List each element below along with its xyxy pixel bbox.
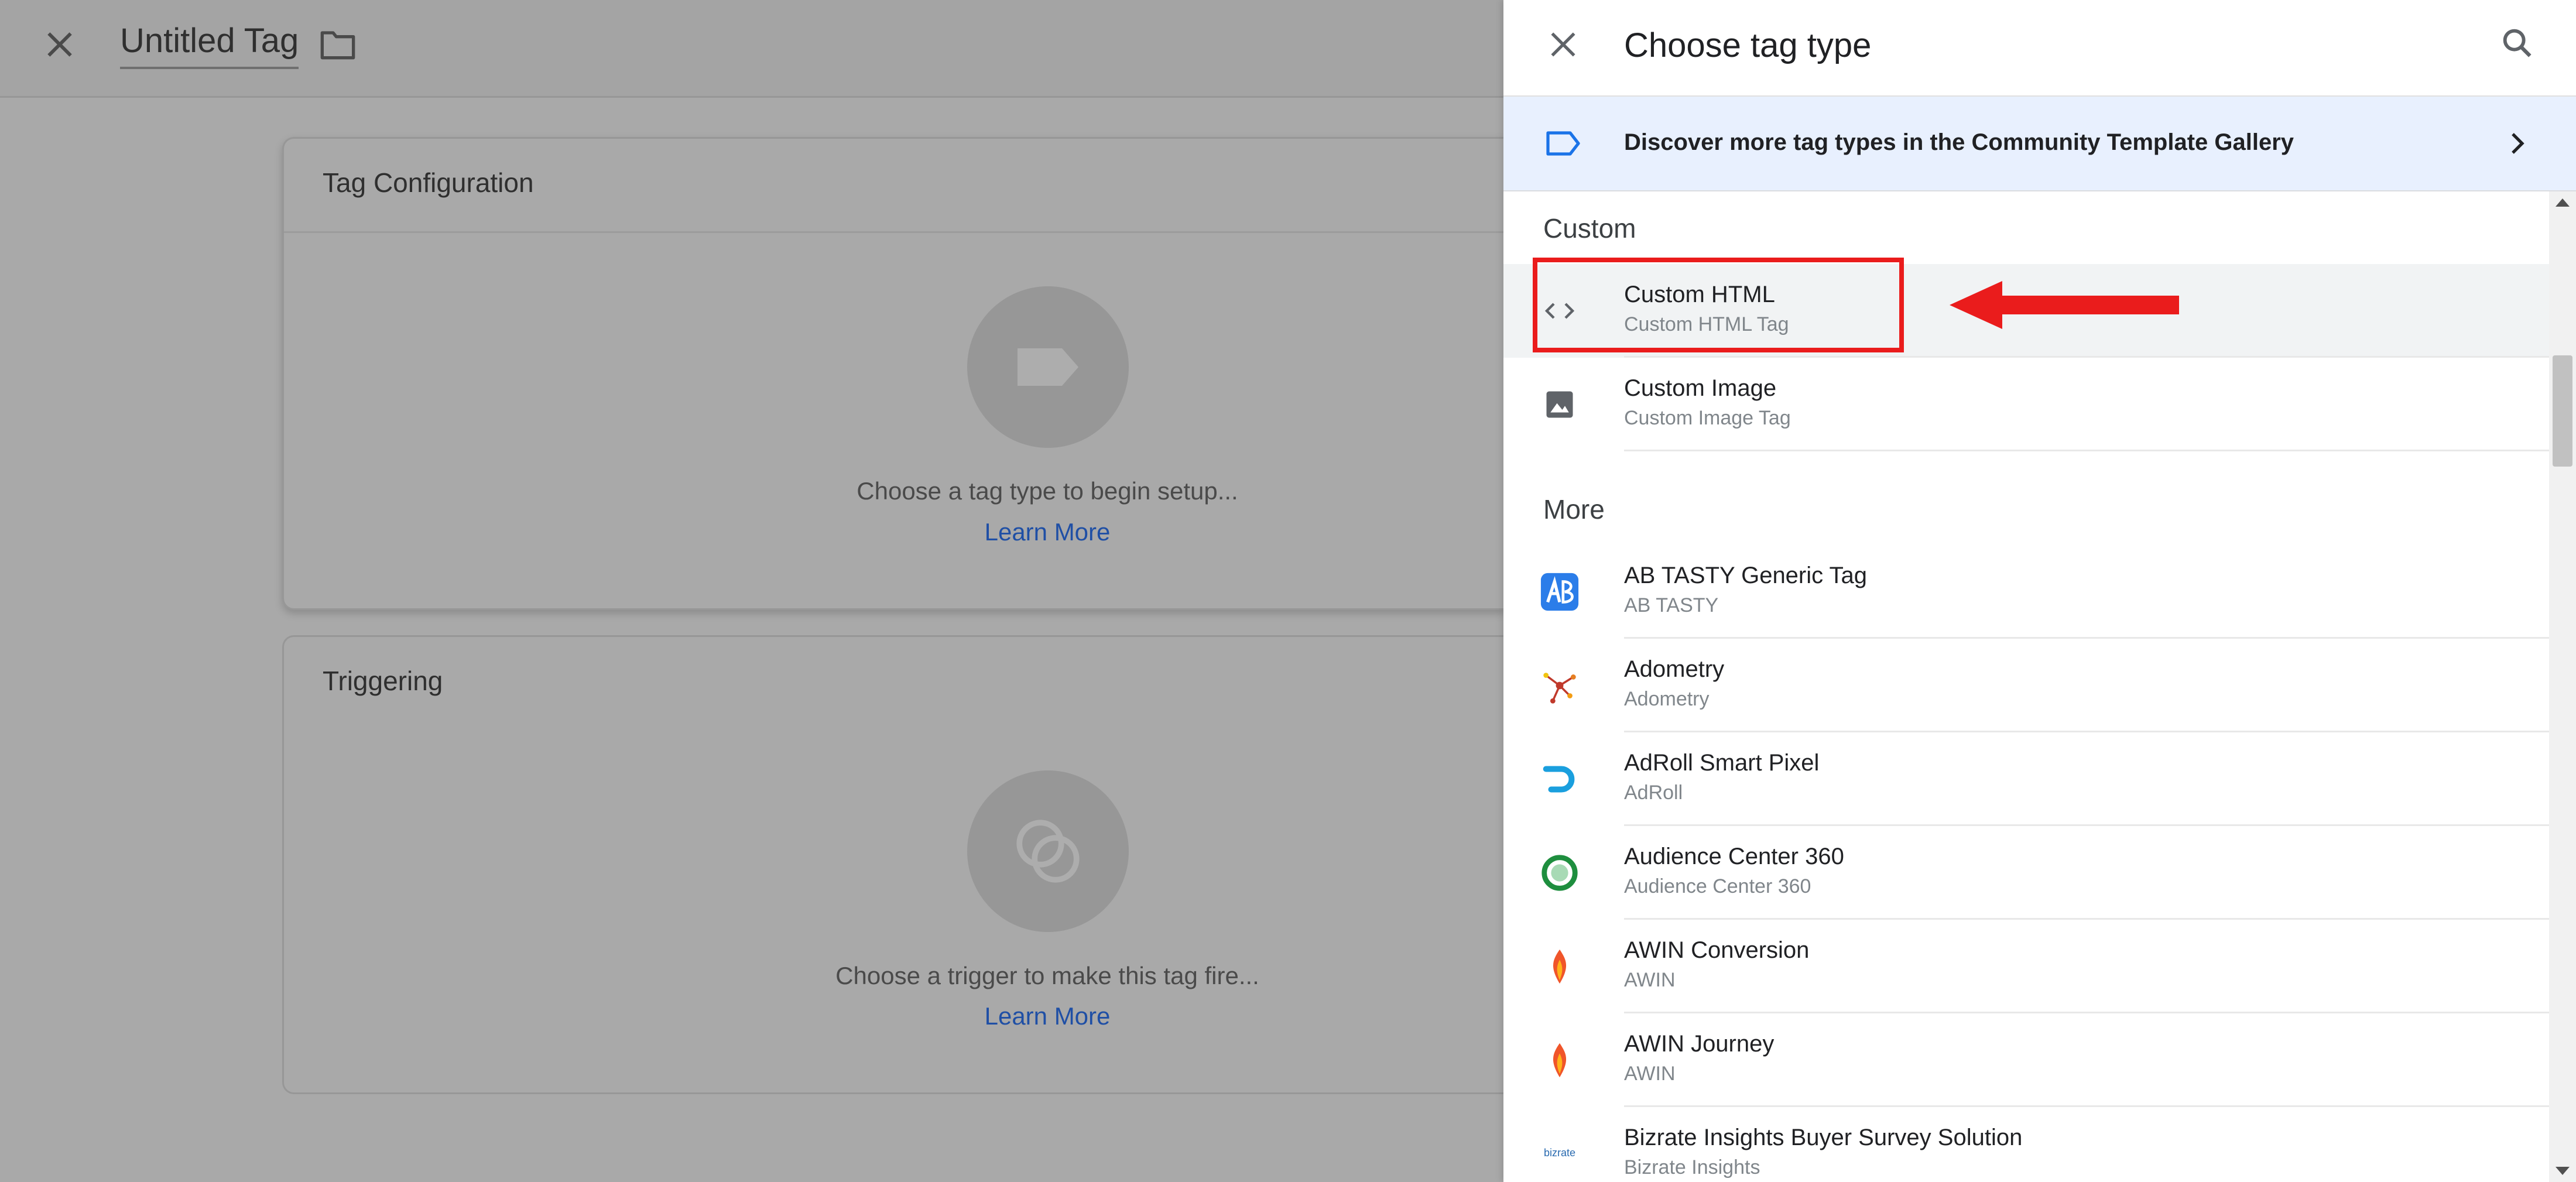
annotation-arrow-icon (1950, 281, 2179, 329)
tag-outline-icon (1546, 131, 1580, 156)
tag-type-subtitle: Bizrate Insights (1624, 1156, 1760, 1178)
tag-type-name: Audience Center 360 (1624, 844, 1844, 869)
tag-name-input[interactable]: Untitled Tag (120, 22, 299, 69)
drawer-title: Choose tag type (1624, 26, 1872, 64)
scroll-up-arrow-icon[interactable] (2556, 198, 2570, 207)
tag-type-name: AWIN Journey (1624, 1031, 1775, 1057)
annotation-highlight-box (1533, 258, 1904, 352)
tag-type-subtitle: AB TASTY (1624, 594, 1719, 616)
scrollbar-thumb[interactable] (2553, 355, 2572, 467)
bizrate-logo-icon: bizrate (1537, 1132, 1582, 1176)
tag-type-adroll[interactable]: AdRoll Smart Pixel AdRoll (1503, 732, 2549, 826)
tag-type-subtitle: Audience Center 360 (1624, 875, 1811, 897)
tag-type-ab-tasty[interactable]: AB TASTY Generic Tag AB TASTY (1503, 545, 2549, 639)
trigger-placeholder[interactable] (967, 770, 1129, 932)
list-scrollbar[interactable] (2549, 191, 2576, 1182)
adometry-logo-icon (1537, 663, 1582, 708)
tag-editor: Untitled Tag Tag Configuration Choose a … (0, 0, 1505, 1182)
search-icon[interactable] (2499, 25, 2536, 62)
trigger-icon (1016, 820, 1080, 883)
choose-tag-type-drawer: Choose tag type Discover more tag types … (1503, 0, 2576, 1182)
tag-type-awin-conversion[interactable]: AWIN Conversion AWIN (1503, 920, 2549, 1013)
card-divider (284, 231, 1505, 233)
card-title: Triggering (323, 666, 443, 696)
tag-icon (1018, 348, 1078, 386)
tag-type-name: AB TASTY Generic Tag (1624, 563, 1868, 588)
audience-center-logo-icon (1537, 851, 1582, 895)
triggering-card[interactable]: Triggering Choose a trigger to make this… (282, 635, 1505, 1094)
close-icon[interactable] (1544, 26, 1582, 63)
section-title-more: More (1543, 494, 1605, 525)
banner-text: Discover more tag types in the Community… (1624, 129, 2294, 155)
tag-type-bizrate-insights[interactable]: bizrate Bizrate Insights Buyer Survey So… (1503, 1107, 2549, 1182)
folder-icon[interactable] (319, 28, 357, 61)
adroll-logo-icon (1537, 757, 1582, 801)
tag-type-placeholder[interactable] (967, 286, 1129, 448)
image-icon (1537, 382, 1582, 427)
bizrate-logo-text: bizrate (1544, 1147, 1575, 1159)
tag-type-adometry[interactable]: Adometry Adometry (1503, 639, 2549, 732)
tag-type-audience-center-360[interactable]: Audience Center 360 Audience Center 360 (1503, 826, 2549, 920)
row-divider (1624, 450, 2549, 451)
tag-type-name: AdRoll Smart Pixel (1624, 750, 1820, 776)
chevron-right-icon (2512, 133, 2524, 154)
tag-type-subtitle: Adometry (1624, 688, 1710, 710)
section-title-custom: Custom (1543, 213, 1636, 244)
drawer-header: Choose tag type (1503, 0, 2576, 97)
editor-header: Untitled Tag (0, 0, 1503, 98)
tag-type-name: Custom Image (1624, 375, 1777, 401)
awin-logo-icon (1537, 1038, 1582, 1082)
close-icon[interactable] (41, 26, 78, 63)
tag-type-subtitle: AdRoll (1624, 782, 1683, 804)
tag-type-subtitle: AWIN (1624, 1063, 1676, 1085)
community-gallery-banner[interactable]: Discover more tag types in the Community… (1503, 97, 2576, 191)
awin-logo-icon (1537, 944, 1582, 989)
tag-type-awin-journey[interactable]: AWIN Journey AWIN (1503, 1013, 2549, 1107)
tag-type-subtitle: Custom Image Tag (1624, 407, 1791, 429)
tag-type-custom-image[interactable]: Custom Image Custom Image Tag (1503, 358, 2549, 451)
scroll-down-arrow-icon[interactable] (2556, 1167, 2570, 1175)
tag-type-name: AWIN Conversion (1624, 937, 1810, 963)
tag-type-name: Adometry (1624, 656, 1725, 682)
tag-type-name: Bizrate Insights Buyer Survey Solution (1624, 1125, 2023, 1150)
tag-type-subtitle: AWIN (1624, 969, 1676, 991)
card-title: Tag Configuration (323, 167, 534, 198)
tag-configuration-card[interactable]: Tag Configuration Choose a tag type to b… (282, 137, 1505, 610)
abtasty-logo-icon (1537, 570, 1582, 614)
